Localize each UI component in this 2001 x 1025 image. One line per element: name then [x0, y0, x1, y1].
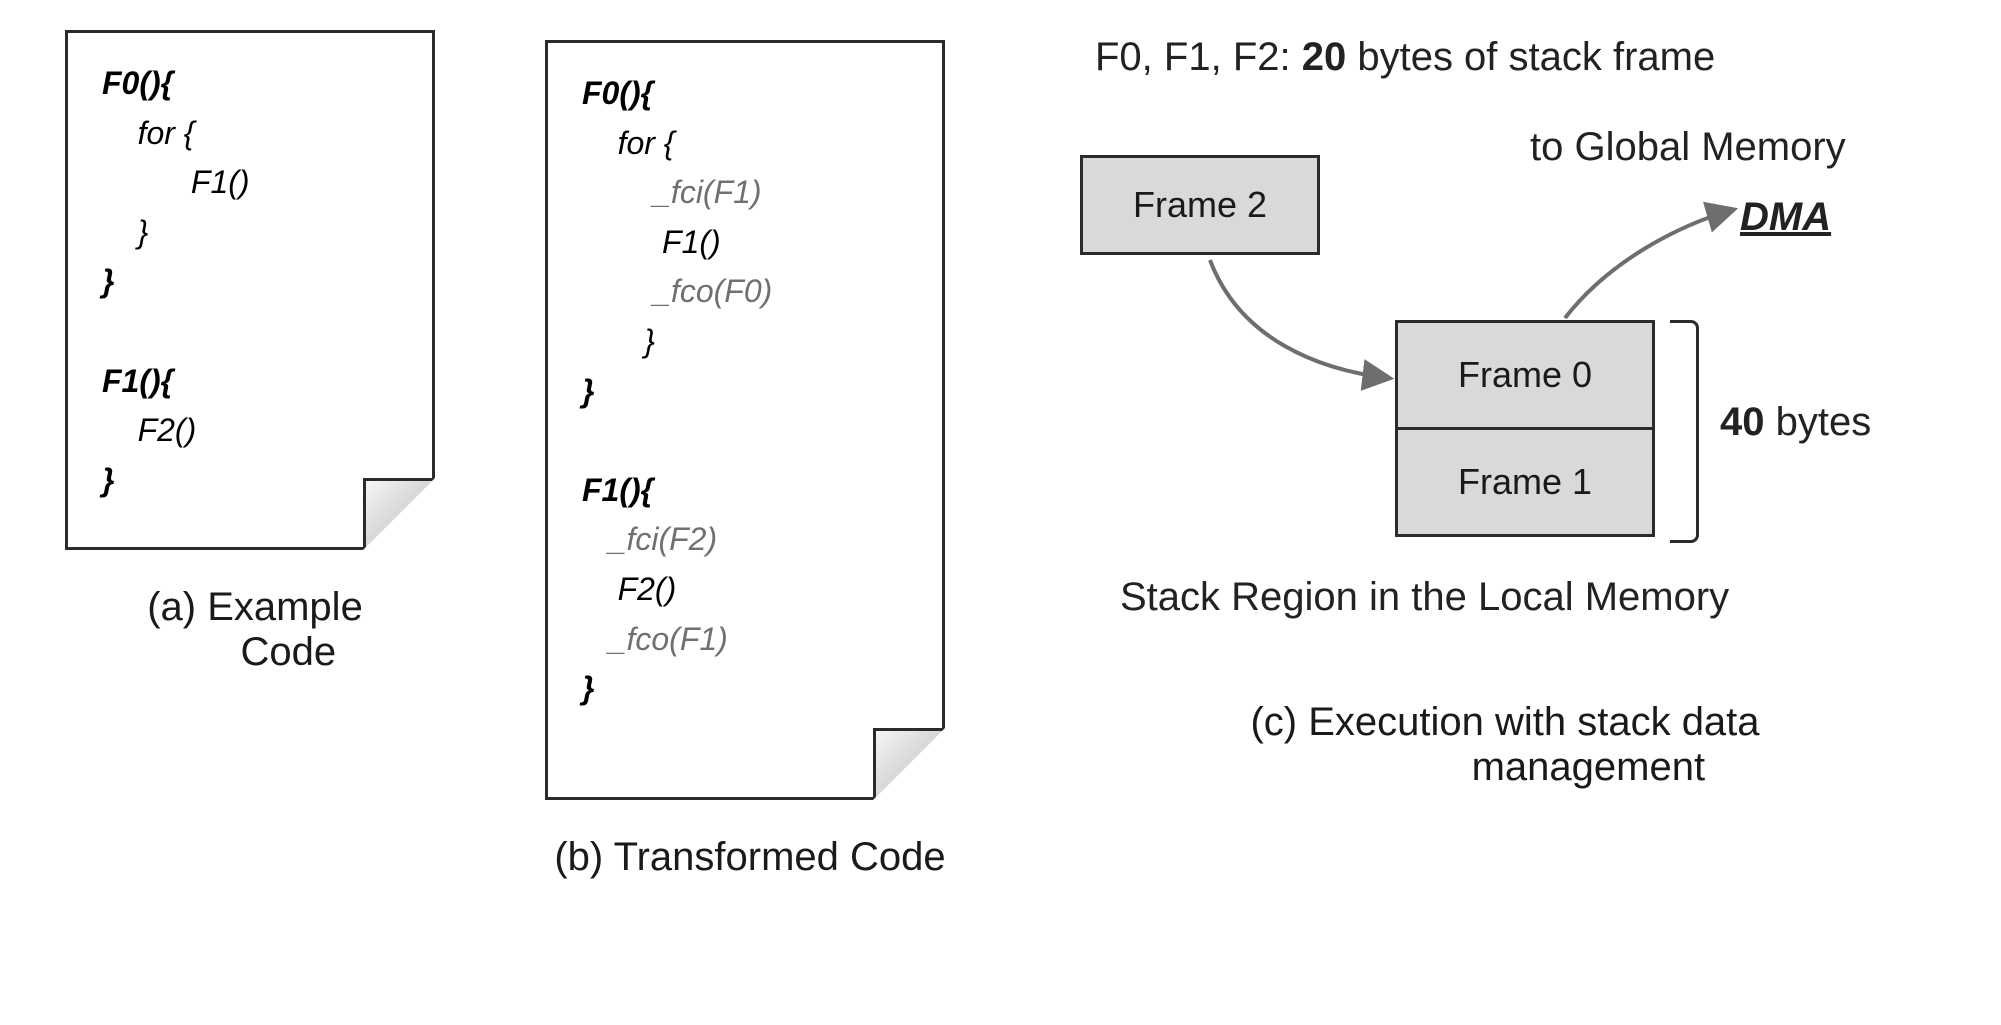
- size-num: 40: [1720, 400, 1765, 444]
- example-code-line: }: [102, 456, 406, 506]
- example-code-line: F1(): [102, 158, 406, 208]
- example-code-line: F2(): [102, 406, 406, 456]
- caption-c: (c) Execution with stack data management: [1145, 700, 1865, 790]
- transformed-code-line: _fci(F1): [582, 168, 916, 218]
- to-global-memory-text: to Global Memory: [1530, 125, 1846, 170]
- example-code-line: }: [102, 257, 406, 307]
- header-suffix: bytes of stack frame: [1346, 35, 1715, 79]
- transformed-code-doc: F0(){ for { _fci(F1) F1() _fco(F0) }} F1…: [545, 40, 945, 800]
- stack-frame-size-text: F0, F1, F2: 20 bytes of stack frame: [1095, 35, 1715, 80]
- transformed-code-line: F0(){: [582, 69, 916, 119]
- transformed-code-line: }: [582, 367, 916, 417]
- figure-root: F0(){ for { F1() }} F1(){ F2()} (a) Exam…: [0, 0, 2001, 1025]
- transformed-code-line: F2(): [582, 565, 916, 615]
- header-prefix: F0, F1, F2:: [1095, 35, 1302, 79]
- example-code-body: F0(){ for { F1() }} F1(){ F2()}: [102, 59, 406, 505]
- page-curl-icon: [363, 478, 435, 550]
- example-code-line: F0(){: [102, 59, 406, 109]
- transformed-code-line: F1(){: [582, 466, 916, 516]
- transformed-code-line: for {: [582, 119, 916, 169]
- caption-a: (a) Example Code: [105, 585, 405, 675]
- example-code-doc: F0(){ for { F1() }} F1(){ F2()}: [65, 30, 435, 550]
- page-curl-icon: [873, 728, 945, 800]
- example-code-line: F1(){: [102, 357, 406, 407]
- frame-1-label: Frame 1: [1458, 461, 1592, 503]
- header-num: 20: [1302, 35, 1347, 79]
- dma-label: DMA: [1740, 195, 1831, 239]
- transformed-code-line: }: [582, 317, 916, 367]
- transformed-code-body: F0(){ for { _fci(F1) F1() _fco(F0) }} F1…: [582, 69, 916, 714]
- transformed-code-line: _fci(F2): [582, 515, 916, 565]
- arrow-frame2-to-stack: [1210, 260, 1388, 378]
- transformed-code-line: }: [582, 664, 916, 714]
- transformed-code-line: _fco(F0): [582, 267, 916, 317]
- caption-b: (b) Transformed Code: [525, 835, 975, 880]
- size-text: 40 bytes: [1720, 400, 1871, 445]
- arrow-stack-to-dma: [1565, 210, 1732, 318]
- example-code-line: for {: [102, 109, 406, 159]
- example-code-line: }: [102, 208, 406, 258]
- size-bracket: [1670, 320, 1699, 543]
- frame-2-box: Frame 2: [1080, 155, 1320, 255]
- frame-0-label: Frame 0: [1458, 354, 1592, 396]
- example-code-line: [102, 307, 406, 357]
- frame-2-label: Frame 2: [1133, 184, 1267, 226]
- size-suffix: bytes: [1765, 400, 1872, 444]
- transformed-code-line: [582, 416, 916, 466]
- transformed-code-line: F1(): [582, 218, 916, 268]
- stack-region-text: Stack Region in the Local Memory: [1120, 575, 1729, 620]
- frame-1-box: Frame 1: [1395, 427, 1655, 537]
- frame-0-box: Frame 0: [1395, 320, 1655, 430]
- dma-text: DMA: [1740, 195, 1831, 240]
- transformed-code-line: _fco(F1): [582, 615, 916, 665]
